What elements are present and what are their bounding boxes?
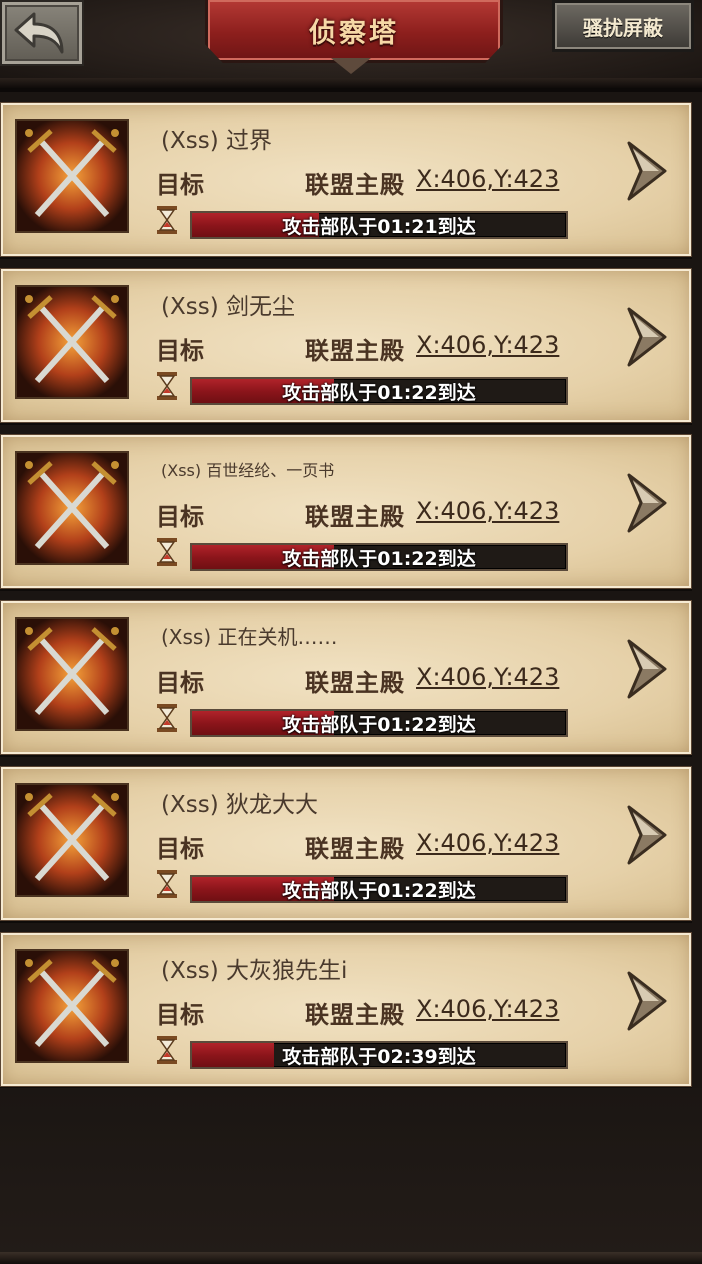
hourglass-icon <box>157 704 177 732</box>
crossed-swords-icon <box>17 121 127 231</box>
hourglass-icon <box>157 206 177 234</box>
arrival-text: 攻击部队于01:21到达 <box>282 215 476 238</box>
back-button[interactable] <box>0 0 84 66</box>
arrival-text: 攻击部队于01:22到达 <box>282 381 476 404</box>
bottom-frame <box>0 1252 702 1264</box>
target-coordinates-link[interactable]: X:406,Y:423 <box>416 497 559 525</box>
attacker-name: (Xss) 正在关机…… <box>161 625 338 649</box>
attack-icon-frame <box>15 451 129 565</box>
crossed-swords-icon <box>17 287 127 397</box>
report-card[interactable]: (Xss) 大灰狼先生i 目标 联盟主殿 X:406,Y:423 攻击部队于02… <box>0 932 692 1087</box>
empty-list-area <box>0 1088 702 1264</box>
target-label: 目标 <box>156 503 204 531</box>
target-label: 目标 <box>156 171 204 199</box>
top-bar: 侦察塔 骚扰屏蔽 <box>0 0 702 92</box>
attacker-name: (Xss) 大灰狼先生i <box>161 958 348 984</box>
arrival-text: 攻击部队于01:22到达 <box>282 879 476 902</box>
arrival-progress-bar: 攻击部队于01:22到达 <box>190 377 568 405</box>
target-name: 联盟主殿 <box>305 669 405 697</box>
crossed-swords-icon <box>17 619 127 729</box>
hourglass-icon <box>157 1036 177 1064</box>
attacker-name: (Xss) 百世经纶、一页书 <box>161 461 335 480</box>
chevron-right-icon[interactable] <box>619 637 675 701</box>
chevron-right-icon[interactable] <box>619 969 675 1033</box>
hourglass-icon <box>157 538 177 566</box>
report-card[interactable]: (Xss) 狄龙大大 目标 联盟主殿 X:406,Y:423 攻击部队于01:2… <box>0 766 692 921</box>
crossed-swords-icon <box>17 453 127 563</box>
target-name: 联盟主殿 <box>305 503 405 531</box>
target-name: 联盟主殿 <box>305 835 405 863</box>
target-label: 目标 <box>156 835 204 863</box>
arrival-progress-bar: 攻击部队于01:22到达 <box>190 875 568 903</box>
hourglass-icon <box>157 870 177 898</box>
arrival-text: 攻击部队于01:22到达 <box>282 547 476 570</box>
target-name: 联盟主殿 <box>305 337 405 365</box>
hourglass-icon <box>157 372 177 400</box>
attack-icon-frame <box>15 949 129 1063</box>
title-plate: 侦察塔 <box>205 0 503 63</box>
chevron-right-icon[interactable] <box>619 139 675 203</box>
chevron-right-icon[interactable] <box>619 471 675 535</box>
arrival-text: 攻击部队于01:22到达 <box>282 713 476 736</box>
arrival-progress-bar: 攻击部队于01:22到达 <box>190 543 568 571</box>
report-card[interactable]: (Xss) 剑无尘 目标 联盟主殿 X:406,Y:423 攻击部队于01:22… <box>0 268 692 423</box>
arrival-progress-bar: 攻击部队于01:22到达 <box>190 709 568 737</box>
target-name: 联盟主殿 <box>305 1001 405 1029</box>
attack-icon-frame <box>15 119 129 233</box>
report-card[interactable]: (Xss) 过界 目标 联盟主殿 X:406,Y:423 攻击部队于01:21到… <box>0 102 692 257</box>
attack-icon-frame <box>15 783 129 897</box>
report-card[interactable]: (Xss) 正在关机…… 目标 联盟主殿 X:406,Y:423 攻击部队于01… <box>0 600 692 755</box>
crossed-swords-icon <box>17 951 127 1061</box>
harassment-filter-button[interactable]: 骚扰屏蔽 <box>552 0 694 52</box>
attacker-name: (Xss) 狄龙大大 <box>161 792 318 818</box>
target-label: 目标 <box>156 669 204 697</box>
target-coordinates-link[interactable]: X:406,Y:423 <box>416 165 559 193</box>
target-label: 目标 <box>156 1001 204 1029</box>
target-coordinates-link[interactable]: X:406,Y:423 <box>416 995 559 1023</box>
target-label: 目标 <box>156 337 204 365</box>
attack-icon-frame <box>15 285 129 399</box>
page-title: 侦察塔 <box>309 17 399 49</box>
arrival-progress-bar: 攻击部队于01:21到达 <box>190 211 568 239</box>
attack-icon-frame <box>15 617 129 731</box>
arrival-text: 攻击部队于02:39到达 <box>282 1045 476 1068</box>
crossed-swords-icon <box>17 785 127 895</box>
target-coordinates-link[interactable]: X:406,Y:423 <box>416 331 559 359</box>
arrival-progress-bar: 攻击部队于02:39到达 <box>190 1041 568 1069</box>
chevron-right-icon[interactable] <box>619 803 675 867</box>
harassment-filter-label: 骚扰屏蔽 <box>583 15 663 40</box>
attacker-name: (Xss) 过界 <box>161 128 272 154</box>
target-name: 联盟主殿 <box>305 171 405 199</box>
target-coordinates-link[interactable]: X:406,Y:423 <box>416 663 559 691</box>
back-arrow-icon <box>14 12 64 54</box>
title-ornament <box>331 58 371 74</box>
target-coordinates-link[interactable]: X:406,Y:423 <box>416 829 559 857</box>
attacker-name: (Xss) 剑无尘 <box>161 294 295 320</box>
chevron-right-icon[interactable] <box>619 305 675 369</box>
report-card[interactable]: (Xss) 百世经纶、一页书 目标 联盟主殿 X:406,Y:423 攻击部队于… <box>0 434 692 589</box>
